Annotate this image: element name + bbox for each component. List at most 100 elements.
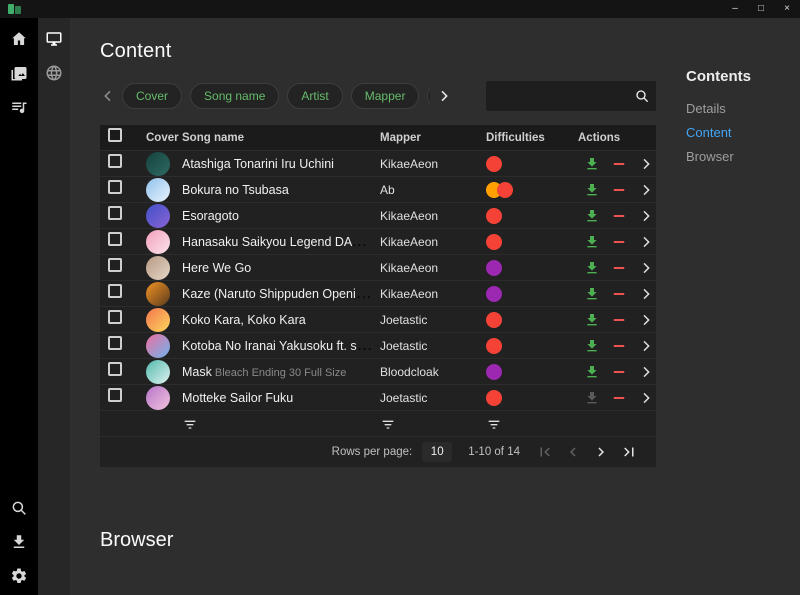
expand-row-icon[interactable] — [638, 234, 654, 250]
difficulty-dot-red — [486, 337, 502, 354]
cover-thumbnail — [146, 255, 170, 280]
rows-per-page-select[interactable]: 10 — [422, 442, 453, 462]
filter-bar: Cover Song name Artist Mapper Difficulti… — [100, 81, 656, 111]
cover-thumbnail — [146, 359, 170, 384]
difficulty-dots — [486, 155, 578, 172]
chips-scroll-right-icon[interactable] — [436, 88, 452, 104]
remove-icon[interactable] — [611, 234, 627, 250]
chip-song-name[interactable]: Song name — [190, 83, 280, 109]
previous-page-icon[interactable] — [564, 443, 582, 461]
expand-row-icon[interactable] — [638, 364, 654, 380]
row-checkbox[interactable] — [108, 310, 122, 324]
remove-icon[interactable] — [611, 286, 627, 302]
download-icon[interactable] — [584, 312, 600, 328]
home-icon[interactable] — [10, 30, 28, 48]
download-icon[interactable] — [584, 156, 600, 172]
table-row: Bokura no Tsubasa Ab — [100, 177, 656, 203]
filter-chips: Cover Song name Artist Mapper Difficulti… — [122, 83, 430, 109]
select-all-checkbox[interactable] — [108, 128, 122, 142]
song-subtitle: Bleach Ending 30 Full Size — [214, 366, 347, 379]
row-checkbox[interactable] — [108, 284, 122, 298]
cover-thumbnail — [146, 151, 170, 176]
remove-icon[interactable] — [611, 364, 627, 380]
row-checkbox[interactable] — [108, 258, 122, 272]
expand-row-icon[interactable] — [638, 286, 654, 302]
header-cover: Cover — [146, 131, 179, 144]
difficulty-dots — [486, 259, 578, 276]
next-page-icon[interactable] — [592, 443, 610, 461]
remove-icon[interactable] — [611, 156, 627, 172]
contents-nav-item-browser[interactable]: Browser — [686, 149, 800, 164]
library-icon[interactable] — [10, 64, 28, 82]
difficulty-dots — [486, 233, 578, 250]
maximize-button[interactable]: □ — [748, 0, 774, 18]
download-icon[interactable] — [584, 364, 600, 380]
download-icon[interactable] — [584, 286, 600, 302]
chips-scroll-left-icon[interactable] — [100, 88, 116, 104]
cover-thumbnail — [146, 177, 170, 202]
row-checkbox[interactable] — [108, 232, 122, 246]
row-checkbox[interactable] — [108, 388, 122, 402]
header-actions: Actions — [578, 131, 621, 144]
difficulty-dots — [486, 363, 578, 380]
chip-mapper[interactable]: Mapper — [350, 83, 420, 109]
cover-thumbnail — [146, 307, 170, 332]
contents-nav: Contents Details Content Browser — [670, 18, 800, 595]
mapper-filter-icon[interactable] — [380, 416, 396, 432]
cover-thumbnail — [146, 229, 170, 254]
row-checkbox[interactable] — [108, 154, 122, 168]
remove-icon[interactable] — [611, 338, 627, 354]
song-name-filter-icon[interactable] — [182, 416, 198, 432]
download-icon[interactable] — [584, 338, 600, 354]
globe-icon[interactable] — [45, 64, 63, 82]
table-row: Atashiga Tonarini Iru Uchini KikaeAeon — [100, 151, 656, 177]
search-icon[interactable] — [634, 88, 650, 104]
download-icon[interactable] — [584, 208, 600, 224]
remove-icon[interactable] — [611, 182, 627, 198]
row-checkbox[interactable] — [108, 206, 122, 220]
minimize-button[interactable]: – — [722, 0, 748, 18]
remove-icon[interactable] — [611, 208, 627, 224]
download-tool-icon[interactable] — [10, 533, 28, 551]
download-icon[interactable] — [584, 260, 600, 276]
expand-row-icon[interactable] — [638, 208, 654, 224]
expand-row-icon[interactable] — [638, 260, 654, 276]
remove-icon[interactable] — [611, 260, 627, 276]
difficulty-dot-red — [486, 155, 502, 172]
expand-row-icon[interactable] — [638, 390, 654, 406]
last-page-icon[interactable] — [620, 443, 638, 461]
search-tool-icon[interactable] — [10, 499, 28, 517]
chip-difficulties[interactable]: Difficulties — [427, 83, 430, 109]
chip-artist[interactable]: Artist — [287, 83, 343, 109]
header-difficulties: Difficulties — [486, 131, 545, 144]
header-song-name: Song name — [182, 131, 244, 144]
playlist-icon[interactable] — [10, 98, 28, 116]
remove-icon[interactable] — [611, 312, 627, 328]
difficulty-dot-red — [497, 181, 513, 198]
contents-nav-item-details[interactable]: Details — [686, 101, 800, 116]
device-monitor-icon[interactable] — [45, 30, 63, 48]
remove-icon[interactable] — [611, 390, 627, 406]
row-checkbox[interactable] — [108, 336, 122, 350]
chip-cover[interactable]: Cover — [122, 83, 183, 109]
settings-gear-icon[interactable] — [10, 567, 28, 585]
first-page-icon[interactable] — [536, 443, 554, 461]
expand-row-icon[interactable] — [638, 312, 654, 328]
expand-row-icon[interactable] — [638, 156, 654, 172]
close-button[interactable]: × — [774, 0, 800, 18]
download-icon[interactable] — [584, 182, 600, 198]
song-name: Kotoba No Iranai Yakusoku ft. sana — [182, 338, 378, 353]
download-icon[interactable] — [584, 234, 600, 250]
difficulties-filter-icon[interactable] — [486, 416, 502, 432]
header-mapper: Mapper — [380, 131, 421, 144]
browser-section-title: Browser — [100, 529, 174, 551]
download-icon[interactable] — [584, 390, 600, 406]
expand-row-icon[interactable] — [638, 182, 654, 198]
row-checkbox[interactable] — [108, 362, 122, 376]
search-input[interactable] — [496, 89, 634, 103]
song-name: Motteke Sailor Fuku — [182, 390, 294, 405]
song-name: Mask — [182, 364, 212, 379]
expand-row-icon[interactable] — [638, 338, 654, 354]
row-checkbox[interactable] — [108, 180, 122, 194]
contents-nav-item-content[interactable]: Content — [686, 125, 800, 140]
